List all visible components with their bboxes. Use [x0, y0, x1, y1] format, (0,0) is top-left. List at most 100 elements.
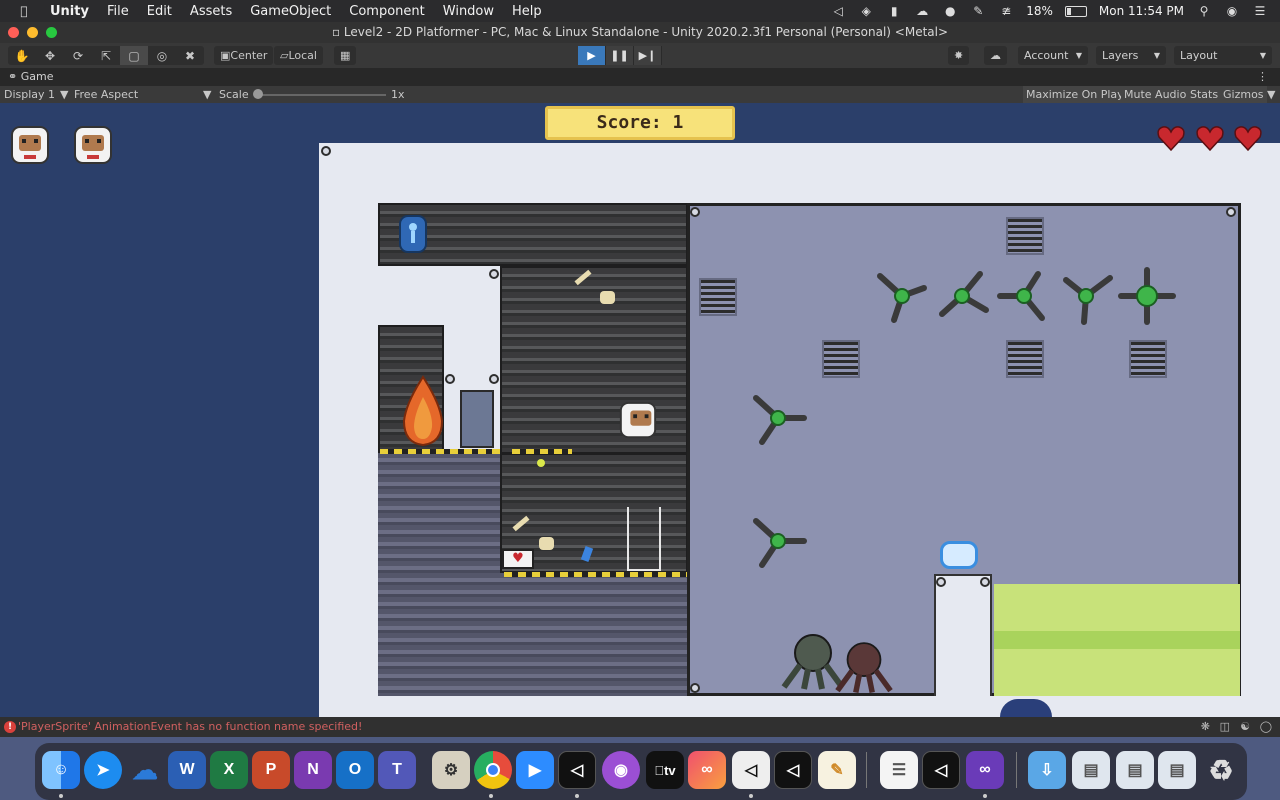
screenshot-icon[interactable]: ▤ — [1116, 751, 1154, 789]
unity-icon[interactable]: ◁ — [558, 751, 596, 789]
zoom-window-button[interactable] — [46, 27, 57, 38]
tab-menu-icon[interactable]: ⋮ — [1257, 68, 1268, 86]
downloads-folder-icon[interactable]: ⇩ — [1028, 751, 1066, 789]
apple-tv-icon[interactable]: tv — [646, 751, 684, 789]
outlook-icon[interactable]: O — [336, 751, 374, 789]
move-tool-icon[interactable]: ✥ — [36, 46, 64, 65]
running-indicator — [59, 794, 63, 798]
custom-tool-icon[interactable]: ✖ — [176, 46, 204, 65]
mac-menubar:  Unity File Edit Assets GameObject Comp… — [0, 0, 1280, 22]
scale-slider-track[interactable] — [256, 94, 386, 96]
podcasts-icon[interactable]: ◉ — [602, 751, 640, 789]
play-button[interactable]: ▶ — [578, 46, 606, 65]
finder-icon[interactable]: ☺ — [42, 751, 80, 789]
grid-snap-icon[interactable]: ▦ — [334, 46, 357, 65]
excel-icon[interactable]: X — [210, 751, 248, 789]
siri-icon[interactable]: ◉ — [1224, 4, 1240, 18]
layout-dropdown[interactable]: Layout ▼ — [1174, 46, 1272, 65]
minimize-window-button[interactable] — [27, 27, 38, 38]
screenshot-icon[interactable]: ▤ — [1072, 751, 1110, 789]
creative-cloud-icon[interactable]: ∞ — [688, 751, 726, 789]
layers-dropdown[interactable]: Layers ▼ — [1096, 46, 1166, 65]
bookmark-status-icon[interactable]: ▮ — [886, 4, 902, 18]
dock-separator — [866, 752, 867, 788]
close-window-button[interactable] — [8, 27, 19, 38]
unity-icon[interactable]: ◁ — [774, 751, 812, 789]
helmet-app-icon[interactable]: ⚙ — [432, 751, 470, 789]
scale-value: 1x — [391, 88, 405, 101]
skull-icon — [539, 537, 554, 550]
dock-separator — [1016, 752, 1017, 788]
stats-toggle[interactable]: Stats — [1187, 86, 1222, 103]
account-dropdown[interactable]: Account ▼ — [1018, 46, 1088, 65]
battery-icon[interactable] — [1064, 5, 1087, 17]
chrome-icon[interactable] — [474, 751, 512, 789]
shield-status-icon[interactable]: ◈ — [858, 4, 874, 18]
hand-tool-icon[interactable]: ✋ — [8, 46, 36, 65]
rotate-tool-icon[interactable]: ⟳ — [64, 46, 92, 65]
step-button[interactable]: ▶❙ — [634, 46, 662, 65]
onenote-icon[interactable]: N — [294, 751, 332, 789]
script-editor-icon[interactable]: ✎ — [818, 751, 856, 789]
hazard-platform — [380, 449, 500, 454]
safari-icon[interactable]: ➤ — [84, 751, 122, 789]
transform-tool-icon[interactable]: ◎ — [148, 46, 176, 65]
game-view[interactable]: Score: 1 ♥ — [0, 103, 1280, 717]
gizmos-dropdown[interactable]: Gizmos — [1220, 86, 1267, 103]
display-dropdown[interactable]: Display 1 — [4, 86, 55, 103]
cloud-status-icon[interactable]: ☁ — [914, 4, 930, 18]
spinner-blade-icon — [1063, 275, 1113, 325]
lighting-icon[interactable]: ☯ — [1240, 717, 1250, 737]
acid-wave — [994, 631, 1240, 649]
hat-status-icon[interactable]: ● — [942, 4, 958, 18]
control-center-icon[interactable]: ☰ — [1252, 4, 1268, 18]
menu-component[interactable]: Component — [349, 4, 424, 19]
textedit-icon[interactable]: ☰ — [880, 751, 918, 789]
clock[interactable]: Mon 11:54 PM — [1099, 4, 1184, 18]
apple-icon[interactable]:  — [16, 4, 32, 18]
menu-app-name[interactable]: Unity — [50, 4, 89, 19]
cloud-services-icon[interactable]: ☁ — [984, 46, 1007, 65]
screenshot-icon[interactable]: ▤ — [1158, 751, 1196, 789]
debug-bug-icon[interactable]: ❋ — [1201, 717, 1210, 737]
collab-icon[interactable]: ✸ — [948, 46, 970, 65]
running-indicator — [575, 794, 579, 798]
heart-icon — [1234, 126, 1262, 151]
spotlight-search-icon[interactable]: ⚲ — [1196, 4, 1212, 18]
menu-file[interactable]: File — [107, 4, 129, 19]
pillar-platform — [934, 574, 992, 696]
pause-button[interactable]: ❚❚ — [606, 46, 634, 65]
rect-tool-icon[interactable]: ▢ — [120, 46, 148, 65]
menu-edit[interactable]: Edit — [147, 4, 172, 19]
console-message[interactable]: 'PlayerSprite' AnimationEvent has no fun… — [18, 720, 362, 733]
cache-icon[interactable]: ◫ — [1220, 717, 1230, 737]
onedrive-icon[interactable]: ☁ — [126, 751, 164, 789]
aspect-dropdown[interactable]: Free Aspect — [74, 86, 138, 103]
trash-icon[interactable]: ♻ — [1202, 751, 1240, 789]
unity-hub-icon[interactable]: ◁ — [732, 751, 770, 789]
powerpoint-icon[interactable]: P — [252, 751, 290, 789]
game-tab[interactable]: ⚭ Game ⋮ — [0, 68, 1280, 86]
zoom-icon[interactable]: ▶ — [516, 751, 554, 789]
menu-assets[interactable]: Assets — [190, 4, 232, 19]
script-status-icon[interactable]: ✎ — [970, 4, 986, 18]
menu-gameobject[interactable]: GameObject — [250, 4, 331, 19]
scale-slider-handle[interactable] — [253, 89, 263, 99]
maximize-on-play-toggle[interactable]: Maximize On Play — [1023, 86, 1127, 103]
chevron-down-icon[interactable]: ▼ — [1267, 86, 1275, 103]
menu-help[interactable]: Help — [512, 4, 542, 19]
menu-window[interactable]: Window — [443, 4, 494, 19]
mute-audio-toggle[interactable]: Mute Audio — [1121, 86, 1190, 103]
console-status-bar[interactable]: ! 'PlayerSprite' AnimationEvent has no f… — [0, 717, 1280, 737]
word-icon[interactable]: W — [168, 751, 206, 789]
wifi-icon[interactable]: ≇ — [998, 4, 1014, 18]
pivot-local-button[interactable]: ▱Local — [274, 46, 323, 65]
teams-icon[interactable]: T — [378, 751, 416, 789]
unity-status-icon[interactable]: ◁ — [830, 4, 846, 18]
visual-studio-icon[interactable]: ∞ — [966, 751, 1004, 789]
bolt-icon — [690, 207, 700, 217]
scale-tool-icon[interactable]: ⇱ — [92, 46, 120, 65]
unity-icon[interactable]: ◁ — [922, 751, 960, 789]
pivot-center-button[interactable]: ▣Center — [214, 46, 274, 65]
progress-icon[interactable]: ◯ — [1260, 717, 1272, 737]
